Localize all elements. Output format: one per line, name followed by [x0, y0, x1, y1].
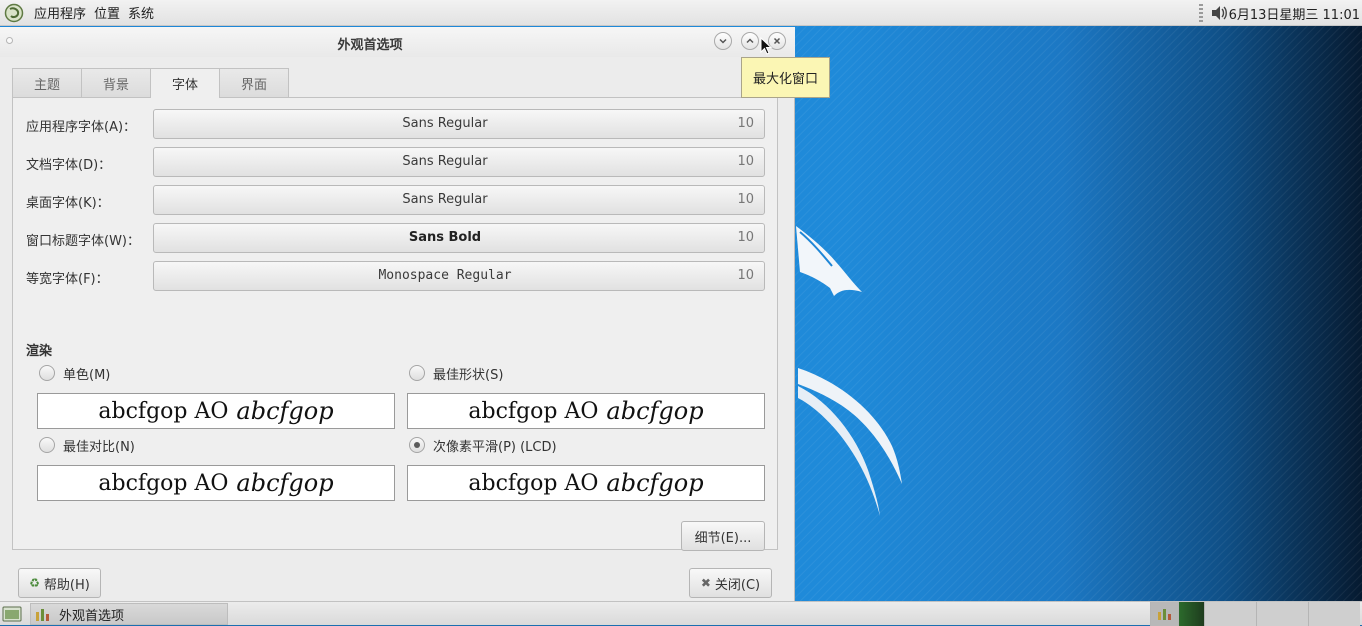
subpixel-smoothing-radio[interactable]: 次像素平滑(P) (LCD)	[409, 436, 557, 455]
monospace-font-row: 等宽字体(F)： Monospace Regular 10	[13, 261, 779, 291]
desktop-font-row: 桌面字体(K)： Sans Regular 10	[13, 185, 779, 215]
tab-fonts[interactable]: 字体	[150, 68, 220, 98]
show-desktop-icon[interactable]	[2, 605, 22, 623]
subpixel-smoothing-label: 次像素平滑(P) (LCD)	[433, 439, 557, 455]
system-menu[interactable]: 系统	[124, 3, 158, 22]
window-thumbnail-icon	[1157, 609, 1171, 620]
desktop-font-label: 桌面字体(K)：	[26, 196, 110, 211]
best-shapes-label: 最佳形状(S)	[433, 367, 504, 383]
applications-menu[interactable]: 应用程序	[30, 3, 90, 22]
top-panel: 应用程序 位置 系统 6月13日星期三 11:01	[0, 0, 1362, 26]
chevron-up-icon	[746, 38, 754, 44]
best-contrast-radio[interactable]: 最佳对比(N)	[39, 436, 135, 455]
appearance-app-icon	[36, 609, 49, 621]
tab-interface[interactable]: 界面	[219, 68, 289, 97]
workspace-1-preview[interactable]	[1178, 602, 1204, 626]
monochrome-radio[interactable]: 单色(M)	[39, 364, 111, 383]
volume-icon[interactable]	[1209, 3, 1229, 23]
font-name: Sans Bold	[408, 230, 482, 245]
chevron-down-icon	[719, 38, 727, 44]
appearance-preferences-dialog: 外观首选项 主题 背景 字体 界面 应用程序字体(A)： Sans Regula…	[0, 27, 795, 601]
help-button-label: 帮助(H)	[43, 577, 90, 593]
places-menu[interactable]: 位置	[90, 3, 124, 22]
taskbar-item-label: 外观首选项	[59, 608, 125, 624]
maximize-button[interactable]	[741, 32, 759, 50]
titlebar[interactable]: 外观首选项	[0, 27, 795, 57]
best-contrast-sample[interactable]: abcfgop AO abcfgop	[37, 465, 395, 501]
preferences-notebook: 主题 背景 字体 界面 应用程序字体(A)： Sans Regular 10 文…	[12, 68, 779, 551]
window-title-font-row: 窗口标题字体(W)： Sans Bold 10	[13, 223, 779, 253]
font-size: 10	[737, 268, 754, 283]
rendering-heading: 渲染	[26, 344, 53, 359]
document-font-button[interactable]: Sans Regular 10	[153, 147, 765, 177]
window-title: 外观首选项	[337, 38, 403, 53]
font-size: 10	[737, 116, 754, 131]
sample-regular: abcfgop AO	[468, 398, 599, 424]
monospace-font-button[interactable]: Monospace Regular 10	[153, 261, 765, 291]
sample-regular: abcfgop AO	[468, 470, 599, 496]
font-size: 10	[737, 230, 754, 245]
monospace-font-label: 等宽字体(F)：	[26, 272, 109, 287]
monochrome-label: 单色(M)	[63, 367, 111, 383]
desktop-font-button[interactable]: Sans Regular 10	[153, 185, 765, 215]
subpixel-smoothing-sample[interactable]: abcfgop AO abcfgop	[407, 465, 765, 501]
window-title-font-button[interactable]: Sans Bold 10	[153, 223, 765, 253]
best-shapes-sample[interactable]: abcfgop AO abcfgop	[407, 393, 765, 429]
tab-background[interactable]: 背景	[81, 68, 151, 97]
font-name: Sans Regular	[402, 192, 488, 207]
font-name: Sans Regular	[402, 154, 488, 169]
document-font-label: 文档字体(D)：	[26, 158, 112, 173]
mouse-cursor-icon	[760, 37, 773, 55]
clock[interactable]: 6月13日星期三 11:01	[1229, 4, 1362, 23]
monochrome-sample[interactable]: abcfgop AO abcfgop	[37, 393, 395, 429]
workspace-1[interactable]	[1150, 602, 1178, 626]
best-contrast-label: 最佳对比(N)	[63, 439, 135, 455]
workspace-2[interactable]	[1204, 602, 1256, 626]
document-font-row: 文档字体(D)： Sans Regular 10	[13, 147, 779, 177]
sample-italic: abcfgop	[606, 397, 704, 425]
window-title-font-label: 窗口标题字体(W)：	[26, 234, 140, 249]
help-icon: ♻	[29, 576, 40, 590]
sample-italic: abcfgop	[606, 469, 704, 497]
workspace-3[interactable]	[1256, 602, 1308, 626]
close-icon: ✖	[700, 576, 711, 590]
maximize-tooltip: 最大化窗口	[741, 57, 830, 98]
tab-bar: 主题 背景 字体 界面	[12, 68, 289, 98]
font-name: Sans Regular	[402, 116, 488, 131]
workspace-4[interactable]	[1308, 602, 1360, 626]
bottom-panel: 外观首选项	[0, 601, 1362, 626]
close-button[interactable]: ✖ 关闭(C)	[689, 568, 772, 598]
application-font-button[interactable]: Sans Regular 10	[153, 109, 765, 139]
font-size: 10	[737, 154, 754, 169]
sample-regular: abcfgop AO	[98, 398, 229, 424]
minimize-button[interactable]	[714, 32, 732, 50]
best-shapes-radio[interactable]: 最佳形状(S)	[409, 364, 504, 383]
sample-italic: abcfgop	[236, 469, 334, 497]
tab-theme[interactable]: 主题	[12, 68, 82, 97]
sample-italic: abcfgop	[236, 397, 334, 425]
help-button[interactable]: ♻ 帮助(H)	[18, 568, 101, 598]
workspace-switcher	[1150, 602, 1360, 626]
application-font-row: 应用程序字体(A)： Sans Regular 10	[13, 109, 779, 139]
radio-indicator[interactable]	[409, 437, 425, 453]
sample-regular: abcfgop AO	[98, 470, 229, 496]
application-font-label: 应用程序字体(A)：	[26, 120, 137, 135]
fonts-page: 应用程序字体(A)： Sans Regular 10 文档字体(D)： Sans…	[12, 97, 779, 551]
radio-indicator[interactable]	[409, 365, 425, 381]
details-button[interactable]: 细节(E)...	[681, 521, 765, 551]
close-button-label: 关闭(C)	[714, 577, 761, 593]
font-name: Monospace Regular	[378, 268, 512, 283]
font-size: 10	[737, 192, 754, 207]
main-menu-logo-icon[interactable]	[4, 3, 24, 23]
radio-indicator[interactable]	[39, 365, 55, 381]
panel-grip[interactable]	[1198, 4, 1203, 22]
taskbar-item-appearance[interactable]: 外观首选项	[30, 603, 228, 625]
radio-indicator[interactable]	[39, 437, 55, 453]
